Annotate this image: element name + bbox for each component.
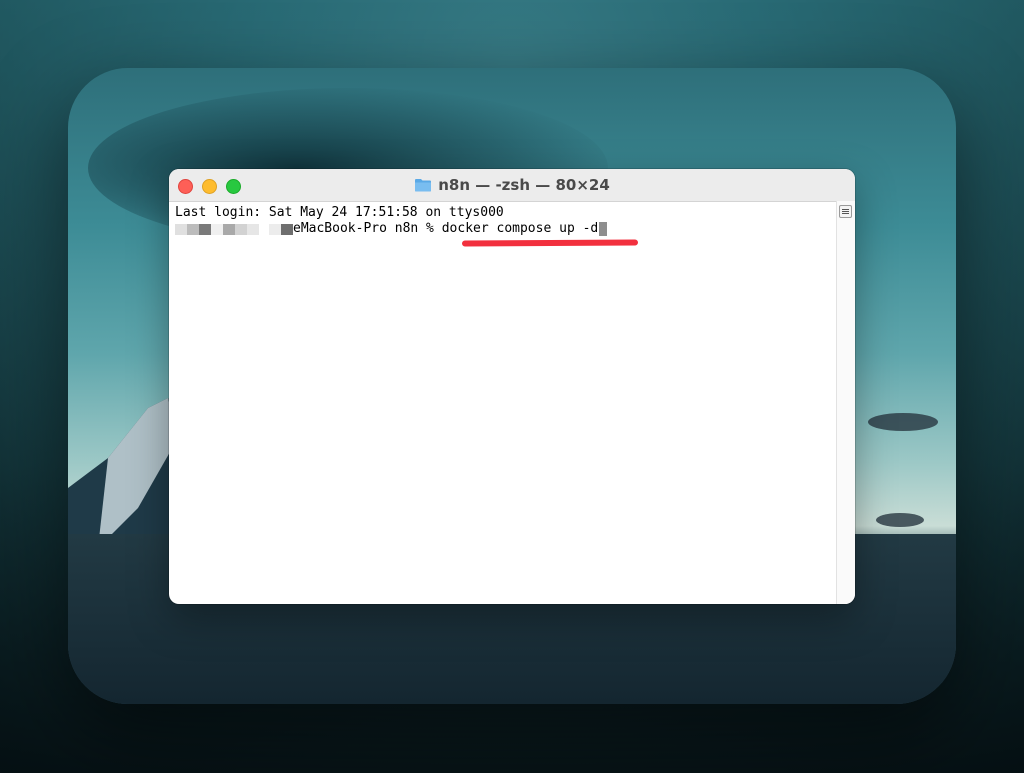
wallpaper-cloud-small	[876, 513, 924, 527]
terminal-output[interactable]: Last login: Sat May 24 17:51:58 on ttys0…	[175, 205, 835, 600]
command-text: docker compose up -d	[441, 221, 599, 236]
folder-icon	[415, 179, 432, 192]
prompt-host: eMacBook-Pro n8n %	[293, 221, 442, 236]
text-cursor	[599, 222, 608, 236]
window-title-text: n8n — -zsh — 80×24	[438, 176, 610, 194]
prompt-line: eMacBook-Pro n8n % docker compose up -d	[175, 221, 835, 237]
last-login-line: Last login: Sat May 24 17:51:58 on ttys0…	[175, 205, 504, 220]
split-view-icon[interactable]	[839, 205, 852, 218]
highlight-underline	[461, 239, 639, 247]
window-title: n8n — -zsh — 80×24	[169, 169, 855, 201]
scrollbar-track[interactable]	[836, 201, 855, 604]
title-bar[interactable]: n8n — -zsh — 80×24	[169, 169, 855, 202]
redacted-username	[175, 223, 293, 235]
wallpaper-cloud-small	[868, 413, 938, 431]
terminal-window[interactable]: n8n — -zsh — 80×24 Last login: Sat May 2…	[169, 169, 855, 604]
